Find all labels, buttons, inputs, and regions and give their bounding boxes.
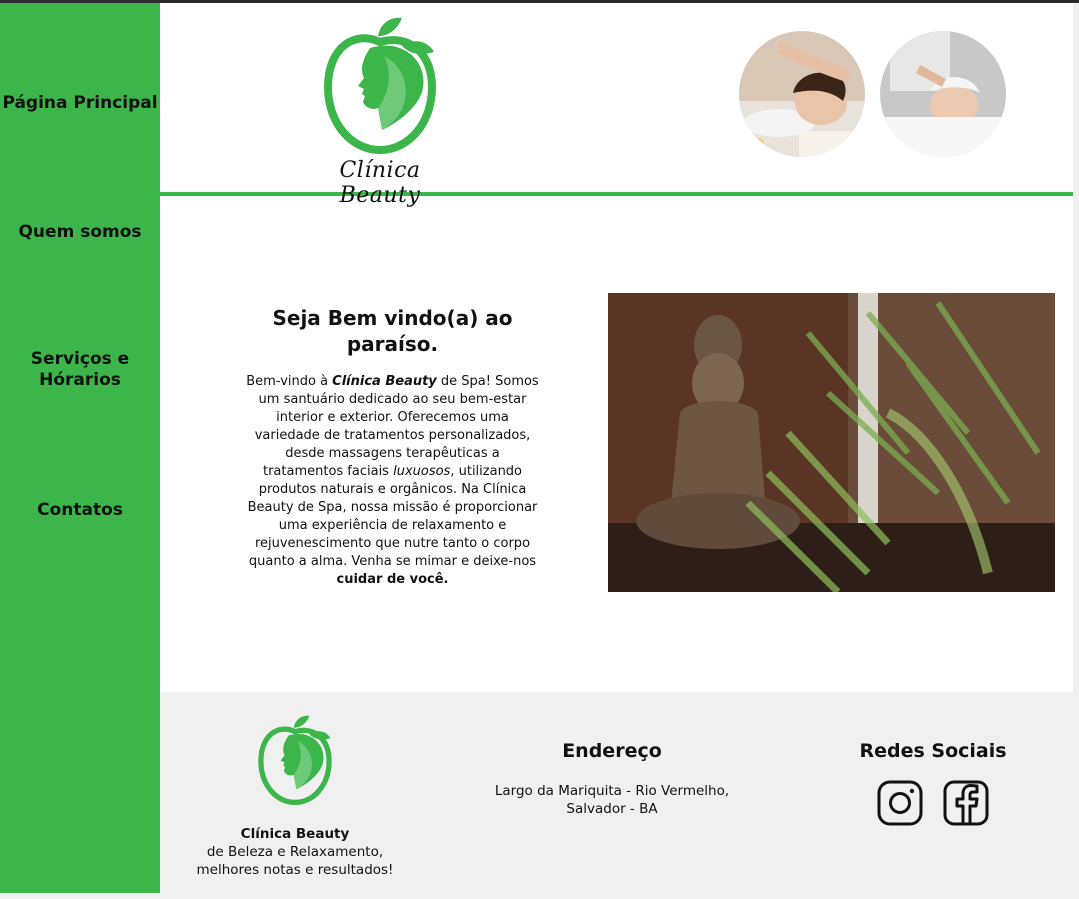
welcome-text-luxuosos: luxuosos: [393, 464, 451, 479]
header-divider: [160, 192, 1073, 196]
address-line2: Salvador - BA: [566, 801, 658, 817]
page-edge-right: [1073, 3, 1079, 893]
facial-treatment-photo: [880, 31, 1006, 157]
buddha-garden-photo: [608, 293, 1055, 592]
welcome-text-brand: Clínica Beauty: [332, 374, 437, 389]
footer-brand-line2: melhores notas e resultados!: [196, 862, 394, 878]
footer-brand-line1: de Beleza e Relaxamento,: [206, 844, 384, 860]
welcome-title: Seja Bem vindo(a) ao paraíso.: [272, 306, 513, 356]
social-title: Redes Sociais: [859, 740, 1007, 762]
nav-services[interactable]: Serviços e Hórarios: [0, 349, 160, 391]
address-line1: Largo da Mariquita - Rio Vermelho,: [494, 783, 730, 799]
welcome-text-intro: Bem-vindo à: [246, 374, 333, 389]
instagram-icon[interactable]: [877, 780, 923, 826]
brand-name: Clínica Beauty: [339, 158, 421, 208]
facebook-icon[interactable]: [943, 780, 989, 826]
footer-brand-name: Clínica Beauty: [240, 826, 350, 842]
welcome-text-body-2: , utilizando produtos naturais e orgânic…: [247, 464, 538, 569]
footer-logo-icon: [258, 715, 332, 806]
massage-photo: [739, 31, 865, 157]
welcome-paragraph: Bem-vindo à Clínica Beauty de Spa! Somos…: [245, 373, 540, 589]
address-title: Endereço: [562, 740, 662, 762]
nav-about[interactable]: Quem somos: [0, 222, 160, 243]
sidebar: Página Principal Quem somos Serviços e H…: [0, 3, 160, 893]
page-edge-bottom: [0, 893, 1079, 899]
nav-contacts[interactable]: Contatos: [0, 500, 160, 521]
welcome-text-end: cuidar de você.: [336, 572, 449, 587]
brand-logo-icon: [323, 17, 437, 155]
nav-home[interactable]: Página Principal: [0, 93, 160, 114]
